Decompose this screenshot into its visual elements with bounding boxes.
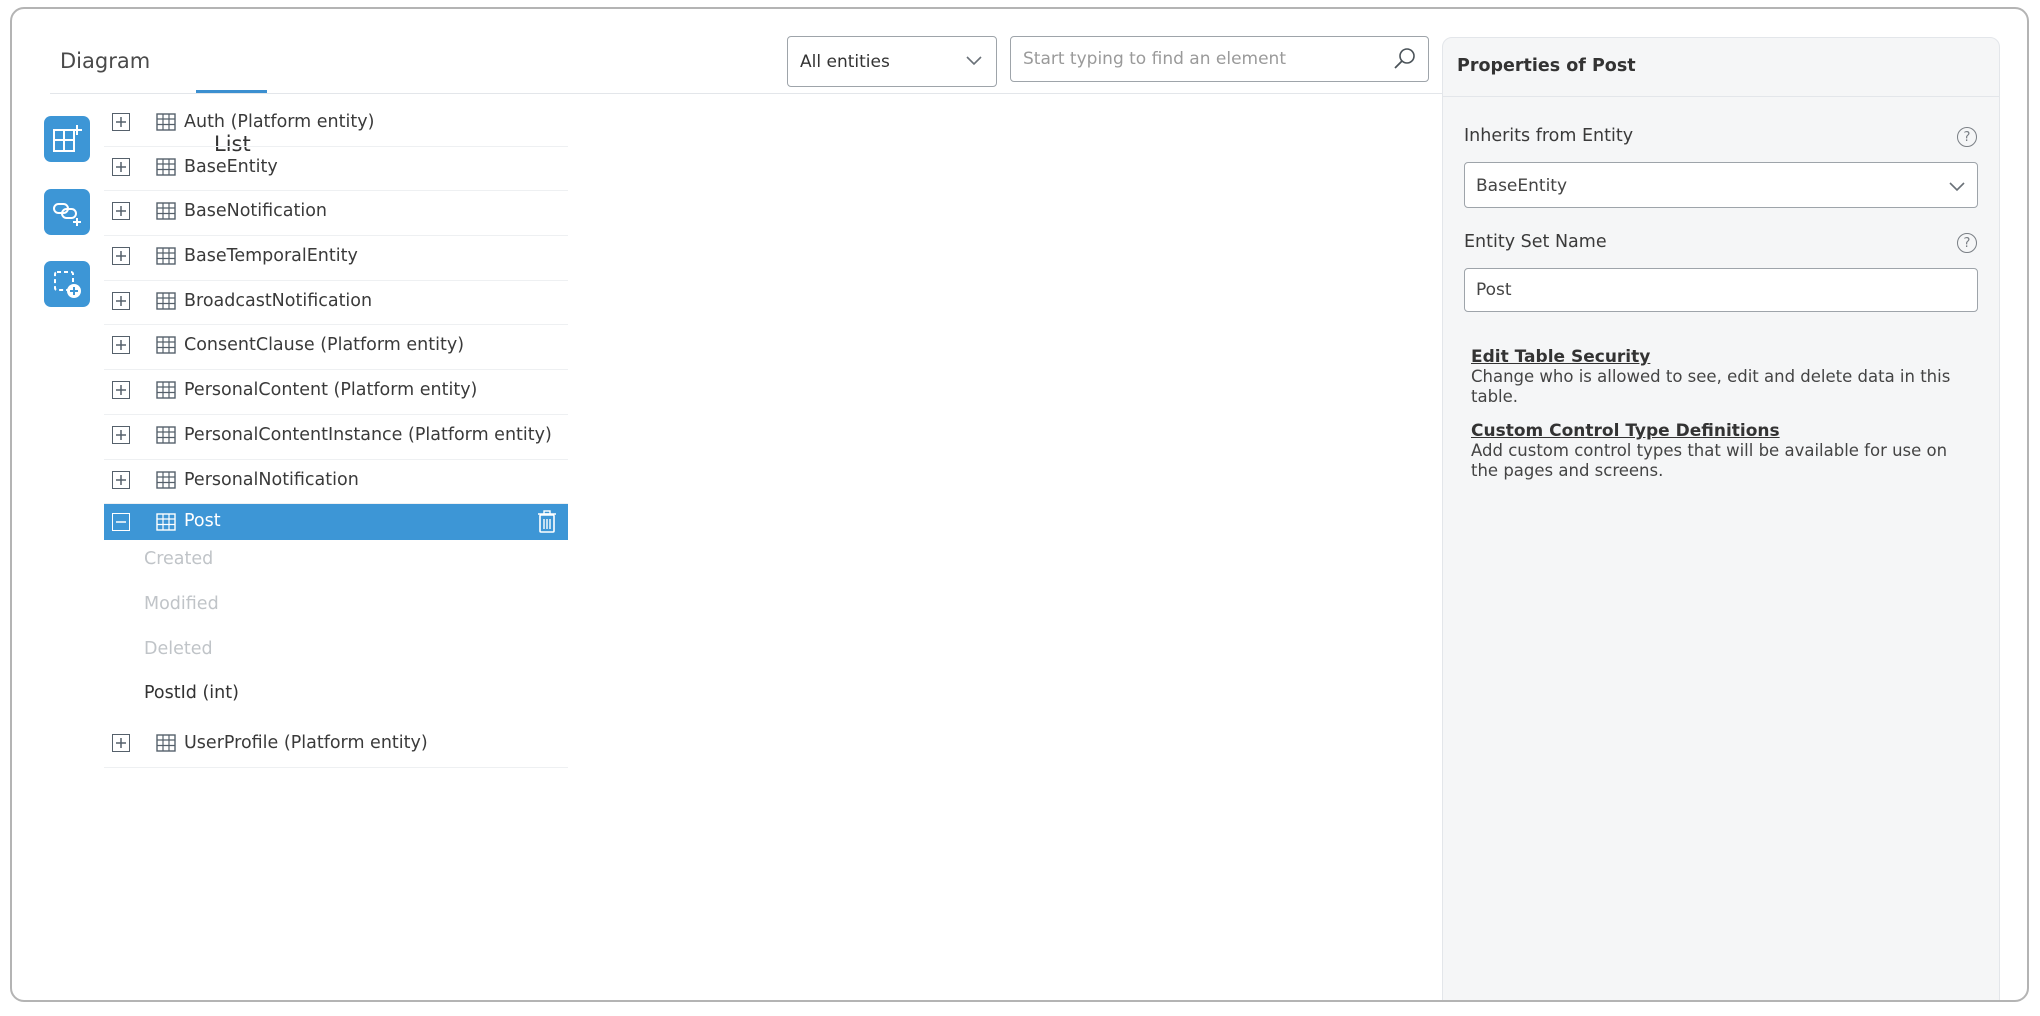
link-add-icon <box>53 203 81 226</box>
attribute-row-inherited[interactable]: Modified <box>104 585 568 630</box>
entity-row-selected[interactable]: Post <box>104 504 568 541</box>
help-icon[interactable]: ? <box>1957 233 1977 253</box>
edit-table-security-link[interactable]: Edit Table Security <box>1471 347 1650 367</box>
collapse-icon[interactable] <box>112 513 130 532</box>
attribute-label: Deleted <box>144 638 213 659</box>
search-input[interactable] <box>1012 38 1372 80</box>
expand-icon[interactable] <box>112 247 130 266</box>
expand-icon[interactable] <box>112 425 130 444</box>
active-tab-indicator <box>196 90 267 93</box>
expand-icon[interactable] <box>112 202 130 221</box>
table-icon <box>156 113 176 131</box>
entity-label: PersonalContentInstance (Platform entity… <box>184 424 552 445</box>
expand-icon[interactable] <box>112 336 130 355</box>
entity-list: Auth (Platform entity) BaseEntity BaseNo… <box>104 102 568 768</box>
table-icon <box>156 426 176 444</box>
table-icon <box>156 292 176 310</box>
dashed-select-add-icon <box>54 271 81 298</box>
custom-control-types-desc: Add custom control types that will be av… <box>1471 441 1948 480</box>
entity-label: Auth (Platform entity) <box>184 112 375 132</box>
table-icon <box>156 513 176 531</box>
attribute-label: Created <box>144 549 214 570</box>
custom-control-types-link[interactable]: Custom Control Type Definitions <box>1471 421 1780 441</box>
entity-set-label: Entity Set Name <box>1464 232 1607 252</box>
app-window: Diagram List All entities Start typing t… <box>10 7 2029 1002</box>
expand-icon[interactable] <box>112 381 130 400</box>
entity-label: PersonalContent (Platform entity) <box>184 380 478 401</box>
entity-label: PersonalNotification <box>184 469 359 490</box>
entity-label: ConsentClause (Platform entity) <box>184 335 465 356</box>
add-relation-tool[interactable] <box>44 189 90 235</box>
inherits-dropdown[interactable]: BaseEntity <box>1464 162 1978 208</box>
table-icon <box>156 734 176 752</box>
help-icon[interactable]: ? <box>1957 127 1977 147</box>
entity-row[interactable]: ConsentClause (Platform entity) <box>104 325 568 371</box>
attribute-row-inherited[interactable]: Created <box>104 540 568 585</box>
entity-row[interactable]: BaseEntity <box>104 147 568 192</box>
add-selection-tool[interactable] <box>44 261 90 307</box>
entity-row[interactable]: Auth (Platform entity) <box>104 102 568 147</box>
add-table-icon <box>53 125 82 152</box>
inherits-label: Inherits from Entity <box>1464 126 1634 146</box>
entity-row[interactable]: PersonalContent (Platform entity) <box>104 370 568 415</box>
entity-row[interactable]: UserProfile (Platform entity) <box>104 723 568 768</box>
expand-icon[interactable] <box>112 470 130 489</box>
entity-row[interactable]: BaseNotification <box>104 191 568 237</box>
entity-label: BroadcastNotification <box>184 290 373 311</box>
expand-icon[interactable] <box>112 291 130 310</box>
entity-row[interactable]: PersonalNotification <box>104 460 568 505</box>
search-icon[interactable] <box>1392 46 1418 72</box>
entity-filter-dropdown[interactable]: All entities <box>787 36 997 87</box>
entity-label: Post <box>184 511 221 532</box>
expand-icon[interactable] <box>112 113 130 131</box>
expand-icon[interactable] <box>112 157 130 176</box>
edit-table-security-desc: Change who is allowed to see, edit and d… <box>1471 367 1951 406</box>
properties-panel: Properties of Post Inherits from Entity … <box>1442 37 2000 1000</box>
tab-diagram[interactable]: Diagram <box>60 49 150 73</box>
entity-filter-value: All entities <box>800 52 890 72</box>
trash-icon[interactable] <box>536 510 558 534</box>
table-icon <box>156 157 176 176</box>
element-search <box>1010 36 1429 82</box>
entity-label: BaseEntity <box>184 156 278 177</box>
inherits-value: BaseEntity <box>1476 176 1568 196</box>
chevron-down-icon <box>1949 182 1965 192</box>
table-icon <box>156 202 176 221</box>
entity-label: BaseNotification <box>184 201 328 222</box>
chevron-down-icon <box>966 56 982 66</box>
add-entity-tool[interactable] <box>44 116 90 162</box>
attribute-label: Modified <box>144 593 219 614</box>
entity-row[interactable]: BroadcastNotification <box>104 281 568 326</box>
entity-label: UserProfile (Platform entity) <box>184 732 428 753</box>
properties-header: Properties of Post <box>1443 38 1999 97</box>
entity-row[interactable]: BaseTemporalEntity <box>104 236 568 281</box>
attribute-row-inherited[interactable]: Deleted <box>104 630 568 675</box>
entity-set-name-field[interactable] <box>1464 268 1978 312</box>
table-icon <box>156 247 176 265</box>
properties-title: Properties of Post <box>1457 56 1636 76</box>
entity-row[interactable]: PersonalContentInstance (Platform entity… <box>104 415 568 460</box>
expand-icon[interactable] <box>112 733 130 752</box>
table-icon <box>156 336 176 355</box>
table-icon <box>156 470 176 489</box>
attribute-label: PostId (int) <box>144 683 239 704</box>
table-icon <box>156 381 176 399</box>
entity-label: BaseTemporalEntity <box>184 246 358 267</box>
attribute-row[interactable]: PostId (int) <box>104 674 568 719</box>
